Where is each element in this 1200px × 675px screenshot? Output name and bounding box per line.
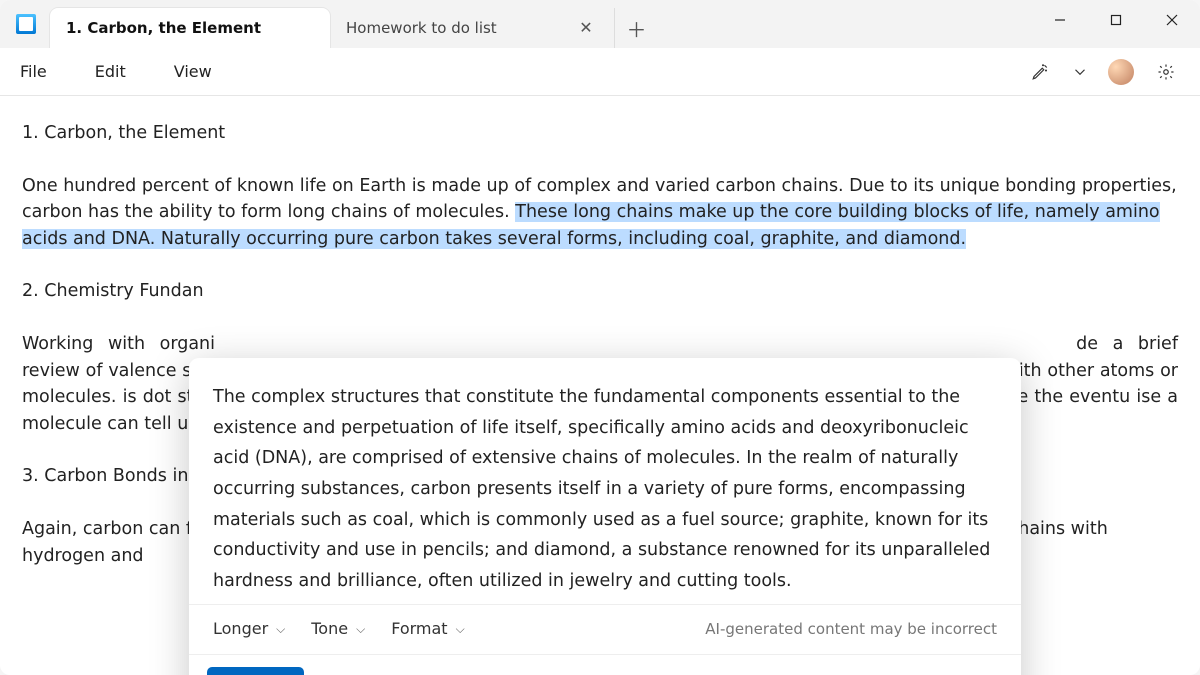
menu-bar: File Edit View <box>0 48 1200 96</box>
menu-edit[interactable]: Edit <box>91 54 146 89</box>
tab-strip: 1. Carbon, the Element Homework to do li… <box>50 0 654 48</box>
regenerate-button[interactable] <box>527 667 561 675</box>
option-longer[interactable]: Longer⌵ <box>213 617 285 641</box>
menu-file[interactable]: File <box>16 54 67 89</box>
copy-button[interactable] <box>479 667 513 675</box>
ai-actions-row: Replace 1 of 4 <box>189 654 1021 675</box>
discard-button[interactable] <box>575 667 609 675</box>
new-tab-button[interactable]: ＋ <box>614 8 654 48</box>
tab-title: Homework to do list <box>346 19 566 37</box>
notepad-app-icon <box>16 14 36 34</box>
doc-heading-2: 2. Chemistry Fundan <box>22 278 1178 305</box>
next-suggestion-button[interactable] <box>431 667 465 675</box>
chevron-down-icon: ⌵ <box>456 620 465 638</box>
ai-suggestion-text: The complex structures that constitute t… <box>189 358 1021 605</box>
document-editor[interactable]: 1. Carbon, the Element One hundred perce… <box>0 96 1200 675</box>
close-tab-icon[interactable]: ✕ <box>578 20 594 36</box>
doc-paragraph-1: One hundred percent of known life on Ear… <box>22 173 1178 253</box>
feedback-button[interactable] <box>969 667 1003 675</box>
tab-homework-list[interactable]: Homework to do list ✕ <box>330 8 610 48</box>
ai-rewrite-popup: The complex structures that constitute t… <box>189 358 1021 675</box>
window-controls <box>1032 0 1200 40</box>
option-format[interactable]: Format⌵ <box>391 617 465 641</box>
tab-title: 1. Carbon, the Element <box>66 19 314 37</box>
ai-options-row: Longer⌵ Tone⌵ Format⌵ AI-generated conte… <box>189 605 1021 653</box>
chevron-down-icon: ⌵ <box>356 620 365 638</box>
settings-button[interactable] <box>1148 54 1184 90</box>
ai-rewrite-button[interactable] <box>1022 54 1058 90</box>
ai-disclaimer: AI-generated content may be incorrect <box>705 618 997 641</box>
tab-carbon-element[interactable]: 1. Carbon, the Element <box>50 8 330 48</box>
title-bar: 1. Carbon, the Element Homework to do li… <box>0 0 1200 48</box>
user-avatar[interactable] <box>1108 59 1134 85</box>
history-button[interactable] <box>925 667 959 675</box>
maximize-button[interactable] <box>1088 0 1144 40</box>
previous-suggestion-button[interactable] <box>318 667 352 675</box>
chevron-down-icon: ⌵ <box>276 620 285 638</box>
ai-rewrite-dropdown[interactable] <box>1062 54 1098 90</box>
option-tone[interactable]: Tone⌵ <box>311 617 365 641</box>
close-window-button[interactable] <box>1144 0 1200 40</box>
doc-heading-1: 1. Carbon, the Element <box>22 120 1178 147</box>
menu-view[interactable]: View <box>170 54 232 89</box>
minimize-button[interactable] <box>1032 0 1088 40</box>
replace-button[interactable]: Replace <box>207 667 304 675</box>
app-window: 1. Carbon, the Element Homework to do li… <box>0 0 1200 675</box>
